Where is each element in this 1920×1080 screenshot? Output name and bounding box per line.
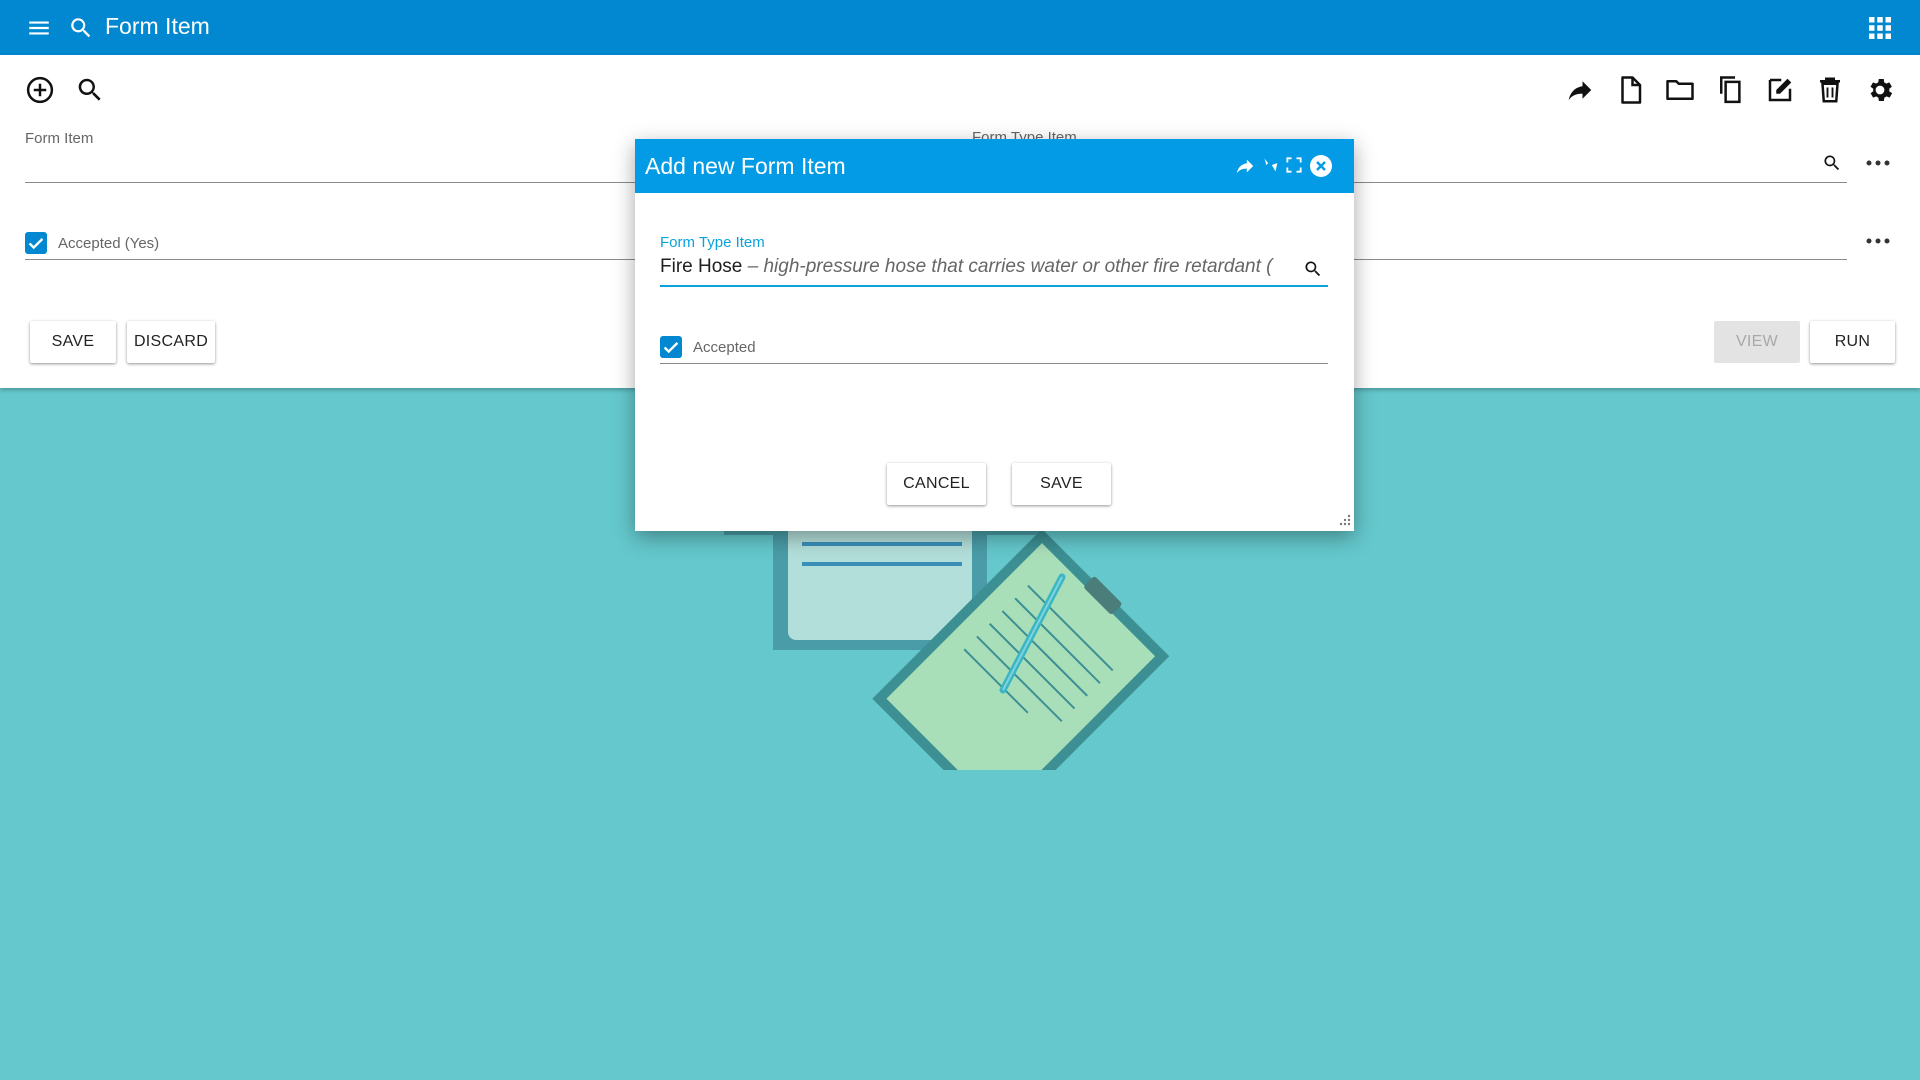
new-document-icon[interactable] [1615,75,1645,105]
search-icon[interactable] [75,75,105,105]
add-circle-icon[interactable] [25,75,55,105]
form-type-item-separator: – [742,256,764,277]
delete-icon[interactable] [1815,75,1845,105]
run-button[interactable]: RUN [1810,321,1895,363]
form-type-item-input[interactable]: Fire Hose – high-pressure hose that carr… [660,256,1328,284]
search-icon[interactable] [68,15,94,41]
close-icon[interactable] [1309,154,1332,177]
menu-icon[interactable] [26,15,52,41]
dialog-accepted-label: Accepted [693,339,756,356]
form-type-item-underline [660,285,1328,287]
more-options-icon[interactable] [1865,236,1891,246]
form-type-item-label: Form Type Item [660,234,765,251]
settings-icon[interactable] [1865,75,1895,105]
share-icon[interactable] [1565,75,1595,105]
fullscreen-icon[interactable] [1284,155,1306,177]
dialog-title: Add new Form Item [645,153,846,179]
page-title: Form Item [105,13,210,39]
search-icon[interactable] [1822,153,1842,173]
dialog-accepted-checkbox[interactable] [660,336,682,358]
discard-button[interactable]: DISCARD [127,321,215,363]
add-form-item-dialog: Add new Form Item Form Type Item Fire Ho… [635,139,1354,531]
accepted-label: Accepted (Yes) [58,235,160,252]
share-icon[interactable] [1234,155,1256,177]
save-button[interactable]: SAVE [30,321,116,363]
more-options-icon[interactable] [1865,158,1891,168]
form-type-item-description: high-pressure hose that carries water or… [763,256,1273,277]
folder-icon[interactable] [1665,75,1695,105]
accepted-checkbox[interactable] [25,232,47,254]
cancel-button[interactable]: CANCEL [887,463,986,505]
form-item-label: Form Item [25,130,94,147]
dialog-header[interactable]: Add new Form Item [635,139,1354,193]
app-bar: Form Item [0,0,1920,55]
dialog-accepted-underline [660,363,1328,364]
edit-icon[interactable] [1765,75,1795,105]
form-type-item-name: Fire Hose [660,256,743,277]
view-button[interactable]: VIEW [1714,321,1800,363]
copy-icon[interactable] [1715,75,1745,105]
search-icon[interactable] [1303,259,1323,279]
pin-icon[interactable] [1259,154,1281,176]
apps-grid-icon[interactable] [1868,16,1892,40]
resize-handle-icon[interactable] [1337,514,1351,528]
dialog-save-button[interactable]: SAVE [1012,463,1111,505]
